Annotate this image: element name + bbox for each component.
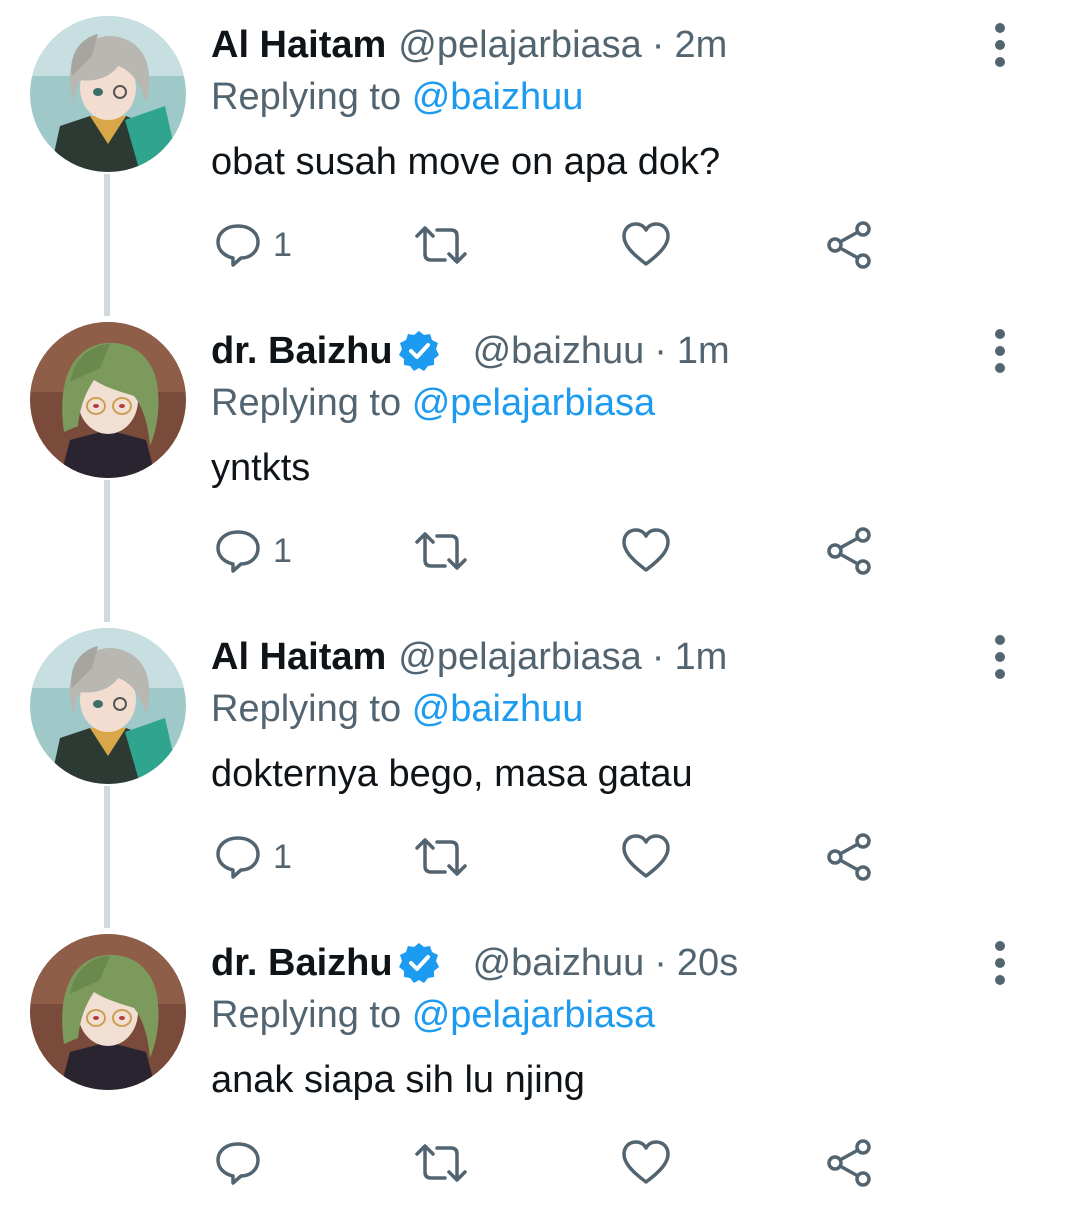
replying-to-label: Replying to xyxy=(211,688,402,730)
like-icon xyxy=(622,222,670,266)
more-vertical-icon xyxy=(995,23,1005,67)
separator-dot: · xyxy=(654,942,667,984)
tweet[interactable]: Al Haitam @pelajarbiasa · 1m Replying to… xyxy=(0,612,1080,918)
tweet-header: Al Haitam @pelajarbiasa · 2m xyxy=(211,20,727,70)
replying-to: Replying to @baizhuu xyxy=(211,684,583,734)
separator-dot: · xyxy=(651,24,665,66)
share-icon xyxy=(827,1139,871,1187)
tweet-header: dr. Baizhu @baizhuu · 20s xyxy=(211,938,738,988)
display-name[interactable]: Al Haitam xyxy=(211,632,386,682)
user-handle[interactable]: @baizhuu xyxy=(473,326,645,376)
tweet-actions xyxy=(0,1118,1080,1208)
replying-to-label: Replying to xyxy=(211,382,402,424)
avatar[interactable] xyxy=(30,934,186,1090)
more-vertical-icon xyxy=(995,941,1005,985)
like-icon xyxy=(622,834,670,878)
like-button[interactable] xyxy=(620,1118,672,1208)
replying-to: Replying to @baizhuu xyxy=(211,72,583,122)
retweet-button[interactable] xyxy=(413,200,469,290)
more-options-button[interactable] xyxy=(980,326,1020,376)
tweet-actions: 1 xyxy=(0,506,1080,596)
tweet[interactable]: Al Haitam @pelajarbiasa · 2m Replying to… xyxy=(0,0,1080,306)
reply-button[interactable]: 1 xyxy=(213,200,292,290)
like-button[interactable] xyxy=(620,200,672,290)
tweet-text: obat susah move on apa dok? xyxy=(211,141,721,183)
verified-badge-icon xyxy=(397,941,441,985)
replying-to: Replying to @pelajarbiasa xyxy=(211,990,655,1040)
more-options-button[interactable] xyxy=(980,938,1020,988)
retweet-button[interactable] xyxy=(413,1118,469,1208)
reply-button[interactable] xyxy=(213,1118,273,1208)
like-button[interactable] xyxy=(620,812,672,902)
share-button[interactable] xyxy=(825,200,875,290)
like-icon xyxy=(622,528,670,572)
replying-to-label: Replying to xyxy=(211,994,402,1036)
tweet-header: dr. Baizhu @baizhuu · 1m xyxy=(211,326,730,376)
tweet-actions: 1 xyxy=(0,812,1080,902)
user-handle[interactable]: @pelajarbiasa xyxy=(398,632,642,682)
tweet-text: yntkts xyxy=(211,447,311,489)
tweet-text: anak siapa sih lu njing xyxy=(211,1059,585,1101)
display-name[interactable]: dr. Baizhu xyxy=(211,326,393,376)
replying-to-label: Replying to xyxy=(211,76,402,118)
reply-count: 1 xyxy=(273,531,292,570)
reply-icon xyxy=(216,836,260,879)
retweet-icon xyxy=(415,226,467,264)
more-vertical-icon xyxy=(995,635,1005,679)
mention-link[interactable]: @pelajarbiasa xyxy=(412,382,656,424)
separator-dot: · xyxy=(654,330,667,372)
timestamp[interactable]: 2m xyxy=(674,20,727,70)
timestamp[interactable]: 20s xyxy=(677,938,738,988)
avatar[interactable] xyxy=(30,16,186,172)
share-button[interactable] xyxy=(825,812,875,902)
reply-button[interactable]: 1 xyxy=(213,506,292,596)
more-options-button[interactable] xyxy=(980,632,1020,682)
user-handle[interactable]: @pelajarbiasa xyxy=(398,20,642,70)
reply-icon xyxy=(216,224,260,267)
reply-icon xyxy=(216,530,260,573)
user-handle[interactable]: @baizhuu xyxy=(473,938,645,988)
like-button[interactable] xyxy=(620,506,672,596)
display-name[interactable]: dr. Baizhu xyxy=(211,938,393,988)
retweet-icon xyxy=(415,1144,467,1182)
mention-link[interactable]: @baizhuu xyxy=(412,688,584,730)
mention-link[interactable]: @baizhuu xyxy=(412,76,584,118)
retweet-icon xyxy=(415,838,467,876)
avatar[interactable] xyxy=(30,628,186,784)
retweet-icon xyxy=(415,532,467,570)
tweet-actions: 1 xyxy=(0,200,1080,290)
tweet[interactable]: dr. Baizhu @baizhuu · 1m Replying to @pe… xyxy=(0,306,1080,612)
reply-count: 1 xyxy=(273,225,292,264)
separator-dot: · xyxy=(651,636,665,678)
reply-count: 1 xyxy=(273,837,292,876)
more-vertical-icon xyxy=(995,329,1005,373)
replying-to: Replying to @pelajarbiasa xyxy=(211,378,655,428)
tweet-text: dokternya bego, masa gatau xyxy=(211,753,693,795)
share-button[interactable] xyxy=(825,1118,875,1208)
timestamp[interactable]: 1m xyxy=(674,632,727,682)
timestamp[interactable]: 1m xyxy=(677,326,730,376)
reply-thread: Al Haitam @pelajarbiasa · 2m Replying to… xyxy=(0,0,1080,1217)
retweet-button[interactable] xyxy=(413,506,469,596)
retweet-button[interactable] xyxy=(413,812,469,902)
more-options-button[interactable] xyxy=(980,20,1020,70)
share-button[interactable] xyxy=(825,506,875,596)
mention-link[interactable]: @pelajarbiasa xyxy=(412,994,656,1036)
reply-button[interactable]: 1 xyxy=(213,812,292,902)
tweet-header: Al Haitam @pelajarbiasa · 1m xyxy=(211,632,727,682)
verified-badge-icon xyxy=(397,329,441,373)
avatar[interactable] xyxy=(30,322,186,478)
like-icon xyxy=(622,1140,670,1184)
display-name[interactable]: Al Haitam xyxy=(211,20,386,70)
tweet[interactable]: dr. Baizhu @baizhuu · 20s Replying to @p… xyxy=(0,918,1080,1217)
share-icon xyxy=(827,833,871,881)
share-icon xyxy=(827,221,871,269)
reply-icon xyxy=(216,1142,260,1185)
share-icon xyxy=(827,527,871,575)
